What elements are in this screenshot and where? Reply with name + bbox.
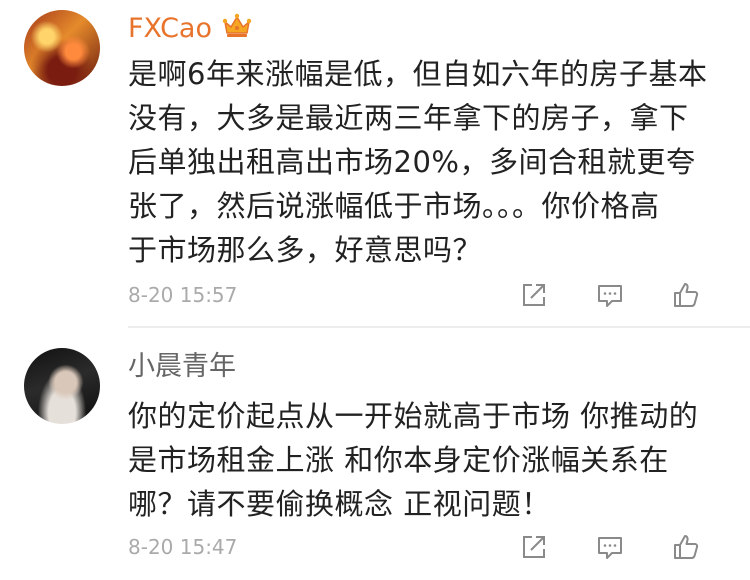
crown-badge-icon — [222, 13, 252, 37]
avatar[interactable] — [24, 10, 100, 86]
avatar[interactable] — [24, 348, 100, 424]
comment-line: 没有，大多是最近两三年拿下的房子，拿下 — [128, 101, 689, 135]
comment-item: 小晨青年 你的定价起点从一开始就高于市场 你推动的 是市场租金上涨 和你本身定价… — [0, 328, 750, 580]
share-icon — [523, 284, 545, 306]
comment-text: 你的定价起点从一开始就高于市场 你推动的 是市场租金上涨 和你本身定价涨幅关系在… — [128, 394, 712, 526]
comment-actions — [496, 278, 724, 312]
share-icon — [523, 536, 545, 558]
comment-line: 于市场那么多，好意思吗？ — [128, 233, 483, 267]
comment-line: 是啊6年来涨幅是低，但自如六年的房子基本 — [128, 57, 708, 91]
like-icon — [674, 535, 699, 559]
comment-line: 你的定价起点从一开始就高于市场 你推动的 — [128, 399, 699, 433]
comment-item: FXCao 是啊6年来涨幅是低，但自如六年的房子基本 没有，大多是最近两三年拿下… — [0, 0, 750, 326]
timestamp: 8-20 15:57 — [128, 283, 238, 307]
timestamp: 8-20 15:47 — [128, 535, 238, 559]
comment-line: 哪？请不要偷换概念 正视问题！ — [128, 487, 551, 521]
username[interactable]: FXCao — [128, 12, 252, 46]
share-button[interactable] — [496, 530, 572, 564]
comment-line: 后单独出租高出市场20%，多间合租就更夸 — [128, 145, 696, 179]
username-text[interactable]: FXCao — [128, 13, 212, 44]
comment-text: 是啊6年来涨幅是低，但自如六年的房子基本 没有，大多是最近两三年拿下的房子，拿下… — [128, 52, 712, 272]
comment-line: 是市场租金上涨 和你本身定价涨幅关系在 — [128, 443, 669, 477]
like-icon — [674, 283, 699, 307]
like-button[interactable] — [648, 530, 724, 564]
reply-icon — [598, 285, 622, 307]
username[interactable]: 小晨青年 — [128, 350, 236, 384]
share-button[interactable] — [496, 278, 572, 312]
comment-line: 张了，然后说涨幅低于市场。。。你价格高 — [128, 189, 660, 223]
reply-button[interactable] — [572, 530, 648, 564]
comment-actions — [496, 530, 724, 564]
reply-icon — [598, 537, 622, 559]
like-button[interactable] — [648, 278, 724, 312]
reply-button[interactable] — [572, 278, 648, 312]
